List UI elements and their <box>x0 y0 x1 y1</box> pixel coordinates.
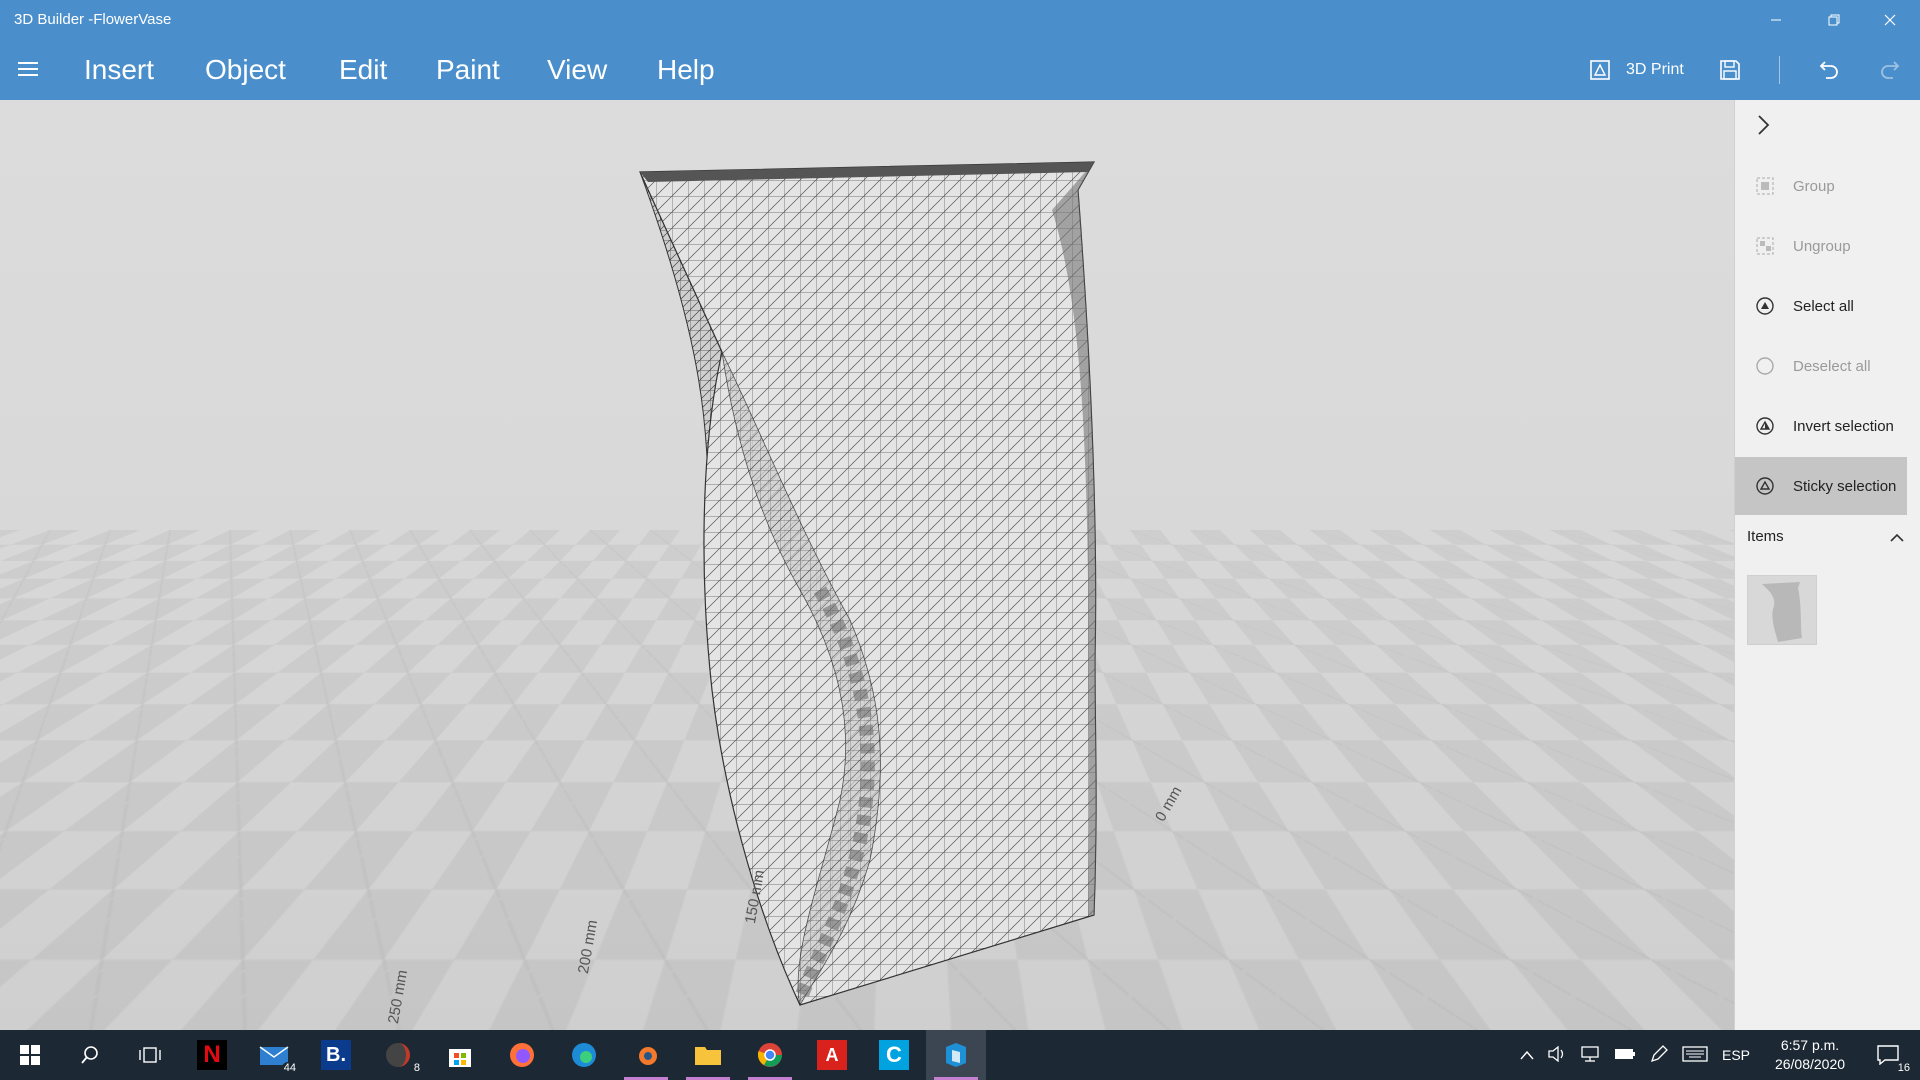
items-collapse-chevron-up-icon[interactable] <box>1889 530 1905 548</box>
3d-print-button[interactable]: 3D Print <box>1588 40 1684 100</box>
booking-app[interactable]: B. <box>306 1030 366 1080</box>
minimize-icon <box>1771 19 1781 21</box>
3d-print-icon <box>1590 60 1610 80</box>
group-label: Group <box>1793 177 1835 195</box>
clock-time: 6:57 p.m. <box>1780 1037 1840 1053</box>
invert-selection-button[interactable]: Invert selection <box>1735 397 1907 455</box>
menu-insert[interactable]: Insert <box>84 54 154 86</box>
close-icon <box>1884 14 1896 26</box>
show-hidden-icons-chevron-up-icon[interactable] <box>1520 1047 1534 1063</box>
notification-icon <box>1877 1045 1899 1065</box>
group-button[interactable]: Group <box>1735 157 1907 215</box>
start-button[interactable] <box>0 1030 60 1080</box>
title-bar: 3D Builder -FlowerVase <box>0 0 1920 40</box>
undo-icon <box>1819 61 1838 79</box>
chrome-app[interactable] <box>740 1030 800 1080</box>
volume-icon[interactable] <box>1548 1045 1566 1065</box>
3d-print-label: 3D Print <box>1626 61 1684 78</box>
select-all-icon <box>1755 296 1775 316</box>
3d-builder-icon <box>946 1043 966 1067</box>
acrobat-icon: A <box>817 1040 847 1070</box>
system-tray: ESP <box>1520 1030 1750 1080</box>
deselect-all-icon <box>1755 356 1775 376</box>
battery-icon[interactable] <box>1614 1047 1636 1064</box>
menu-view[interactable]: View <box>547 54 607 86</box>
netflix-icon: N <box>197 1040 227 1070</box>
file-explorer-app[interactable] <box>678 1030 738 1080</box>
sticky-selection-label: Sticky selection <box>1793 477 1897 495</box>
menu-paint[interactable]: Paint <box>436 54 500 86</box>
redo-button[interactable] <box>1878 40 1902 100</box>
windows-logo-icon <box>20 1045 40 1065</box>
ungroup-icon <box>1755 236 1775 256</box>
firefox-icon <box>510 1043 534 1067</box>
undo-button[interactable] <box>1817 40 1841 100</box>
3d-builder-app[interactable] <box>926 1030 986 1080</box>
c-app[interactable]: C <box>864 1030 924 1080</box>
netflix-app[interactable]: N <box>182 1030 242 1080</box>
crescent-app-icon <box>386 1043 410 1067</box>
menu-object[interactable]: Object <box>205 54 286 86</box>
items-heading: Items <box>1747 528 1784 545</box>
group-icon <box>1755 176 1775 196</box>
sticky-selection-button[interactable]: Sticky selection <box>1735 457 1907 515</box>
select-all-label: Select all <box>1793 297 1854 315</box>
edge-app[interactable] <box>554 1030 614 1080</box>
menu-edit[interactable]: Edit <box>339 54 387 86</box>
save-button[interactable] <box>1718 40 1742 100</box>
network-icon[interactable] <box>1580 1045 1600 1065</box>
minimize-button[interactable] <box>1748 0 1804 40</box>
mail-app[interactable]: 44 <box>244 1030 304 1080</box>
chrome-icon <box>757 1043 782 1067</box>
store-icon <box>449 1049 471 1067</box>
pen-workspace-icon[interactable] <box>1650 1044 1668 1066</box>
toolbar-divider <box>1779 56 1780 84</box>
restore-icon <box>1828 14 1840 26</box>
blender-app[interactable] <box>616 1030 676 1080</box>
deselect-all-button[interactable]: Deselect all <box>1735 337 1907 395</box>
deselect-all-label: Deselect all <box>1793 357 1871 375</box>
item-thumbnail-flower-vase[interactable] <box>1747 575 1817 645</box>
3d-viewport[interactable]: 0 mm 150 mm 200 mm 250 mm <box>0 100 1734 1030</box>
save-icon <box>1720 60 1740 80</box>
input-language[interactable]: ESP <box>1722 1047 1750 1063</box>
menu-bar: Insert Object Edit Paint View Help 3D Pr… <box>0 40 1920 100</box>
acrobat-app[interactable]: A <box>802 1030 862 1080</box>
search-icon <box>81 1046 98 1064</box>
action-center-button[interactable]: 16 <box>1858 1030 1918 1080</box>
app-8-badge: 8 <box>411 1062 422 1074</box>
collapse-panel-chevron-icon[interactable] <box>1757 114 1771 142</box>
microsoft-store-app[interactable] <box>430 1030 490 1080</box>
invert-selection-icon <box>1755 416 1775 436</box>
touch-keyboard-icon[interactable] <box>1682 1045 1708 1065</box>
taskbar: N 44 B. 8 A C ESP 6:57 p.m. 26/08/2020 1… <box>0 1030 1920 1080</box>
select-all-button[interactable]: Select all <box>1735 277 1907 335</box>
task-view-icon <box>139 1047 161 1063</box>
selection-panel: Group Ungroup Select all Deselect all In… <box>1734 100 1920 1030</box>
invert-selection-label: Invert selection <box>1793 417 1894 435</box>
menu-help[interactable]: Help <box>657 54 715 86</box>
ungroup-button[interactable]: Ungroup <box>1735 217 1907 275</box>
blender-icon <box>639 1047 657 1065</box>
c-app-icon: C <box>879 1040 909 1070</box>
edge-icon <box>572 1043 596 1067</box>
redo-icon <box>1881 61 1900 79</box>
notification-count: 16 <box>1895 1062 1912 1074</box>
mail-badge: 44 <box>281 1062 298 1074</box>
hamburger-menu-icon[interactable] <box>18 62 38 76</box>
app-8[interactable]: 8 <box>368 1030 428 1080</box>
clock-date: 26/08/2020 <box>1774 1056 1846 1072</box>
booking-icon: B. <box>321 1040 351 1070</box>
flower-vase-model[interactable] <box>0 100 1734 1030</box>
search-button[interactable] <box>60 1030 120 1080</box>
window-title: 3D Builder -FlowerVase <box>14 11 172 28</box>
restore-button[interactable] <box>1806 0 1862 40</box>
firefox-app[interactable] <box>492 1030 552 1080</box>
close-button[interactable] <box>1862 0 1918 40</box>
sticky-selection-icon <box>1755 476 1775 496</box>
task-view-button[interactable] <box>120 1030 180 1080</box>
clock[interactable]: 6:57 p.m. 26/08/2020 <box>1764 1036 1856 1074</box>
ungroup-label: Ungroup <box>1793 237 1851 255</box>
folder-icon <box>695 1047 721 1065</box>
